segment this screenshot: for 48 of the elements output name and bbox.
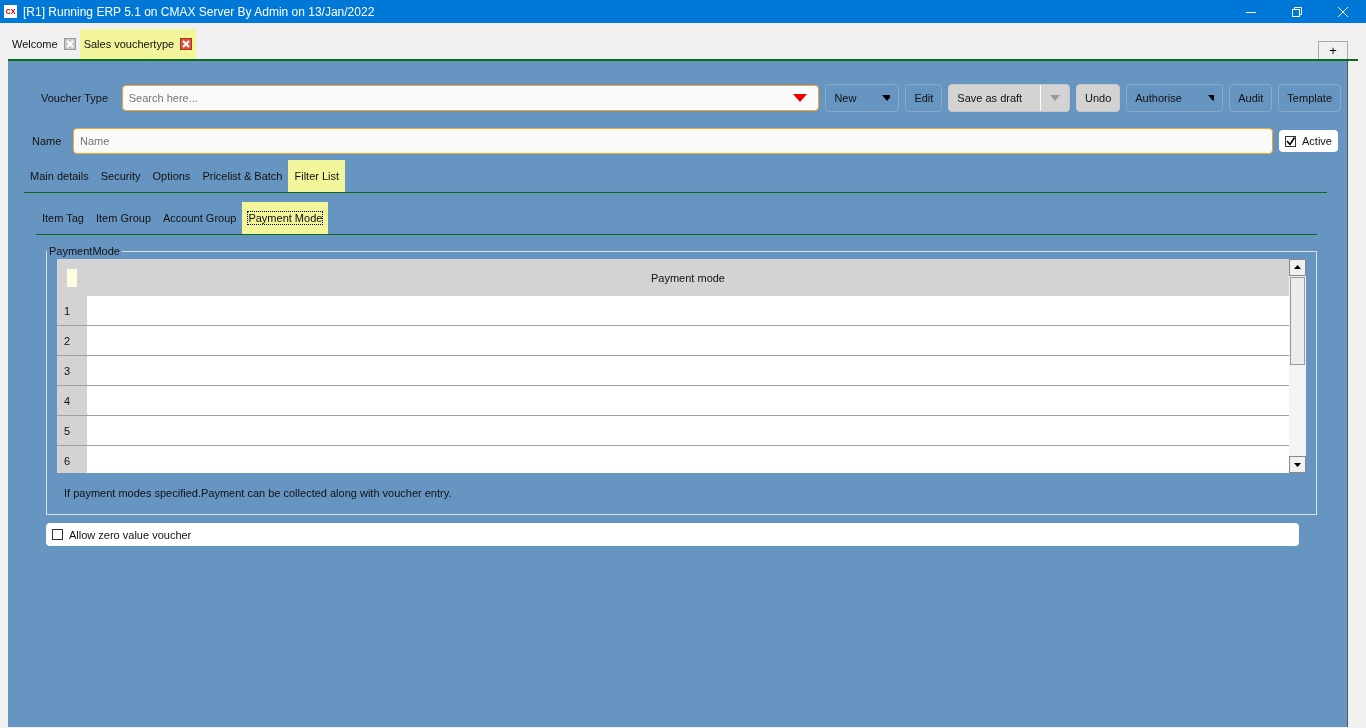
add-tab-button[interactable]: + — [1318, 41, 1348, 59]
sub-tab[interactable]: Payment Mode — [242, 202, 329, 234]
row-number: 4 — [57, 386, 87, 415]
dropdown-button[interactable]: Authorise — [1126, 84, 1224, 112]
toolbar-button[interactable]: Edit — [905, 84, 943, 112]
select-all-cell[interactable] — [67, 268, 77, 287]
caret-icon — [1207, 95, 1215, 101]
allow-zero-checkbox[interactable]: Allow zero value voucher — [46, 523, 1299, 546]
checkbox-icon[interactable] — [52, 529, 63, 540]
close-icon[interactable] — [180, 38, 193, 50]
document-tab[interactable]: Sales vouchertype — [79, 29, 197, 59]
toolbar-button[interactable]: Undo — [1076, 84, 1121, 112]
name-field[interactable]: Name — [73, 128, 1273, 154]
caret-icon — [882, 95, 891, 101]
restore-icon — [1292, 6, 1302, 17]
close-icon[interactable] — [63, 38, 76, 50]
window-title: [R1] Running ERP 5.1 on CMAX Server By Admin on 13/Jan/2022 — [23, 4, 376, 19]
tab[interactable]: Security — [94, 160, 147, 192]
sub-tab[interactable]: Account Group — [157, 202, 243, 234]
document-tab[interactable]: Welcome — [8, 29, 80, 59]
close-icon — [1338, 6, 1348, 17]
tab[interactable]: Main details — [24, 160, 95, 192]
scrollbar[interactable] — [1289, 259, 1306, 473]
tab[interactable]: Pricelist & Batch — [196, 160, 289, 192]
field-label: Name — [32, 135, 63, 147]
row-number: 1 — [57, 296, 87, 325]
group-title: PaymentMode — [48, 245, 121, 257]
sub-tab[interactable]: Item Tag — [36, 202, 90, 234]
checkbox-icon[interactable] — [1285, 135, 1296, 147]
search-field[interactable]: Search here... — [121, 85, 820, 111]
row-number: 5 — [57, 416, 87, 445]
active-checkbox[interactable]: Active — [1279, 130, 1338, 152]
tab[interactable]: Options — [146, 160, 197, 192]
caret-icon — [1050, 95, 1060, 101]
toolbar-button[interactable]: Audit — [1229, 84, 1273, 112]
row-number: 6 — [57, 446, 87, 473]
dropdown-button[interactable]: New — [825, 84, 900, 112]
scroll-down-icon[interactable] — [1289, 456, 1306, 473]
row-number: 2 — [57, 326, 87, 355]
split-button[interactable]: Save as draft — [948, 84, 1070, 112]
tab[interactable]: Filter List — [288, 160, 346, 192]
help-text: If payment modes specified.Payment can be collected along with voucher entry. — [64, 487, 453, 499]
scroll-up-icon[interactable] — [1289, 259, 1306, 276]
row-number: 3 — [57, 356, 87, 385]
toolbar-button[interactable]: Template — [1278, 84, 1341, 112]
sub-tab[interactable]: Item Group — [90, 202, 158, 234]
field-label: Voucher Type — [41, 92, 110, 104]
dropdown-icon[interactable] — [793, 94, 808, 102]
